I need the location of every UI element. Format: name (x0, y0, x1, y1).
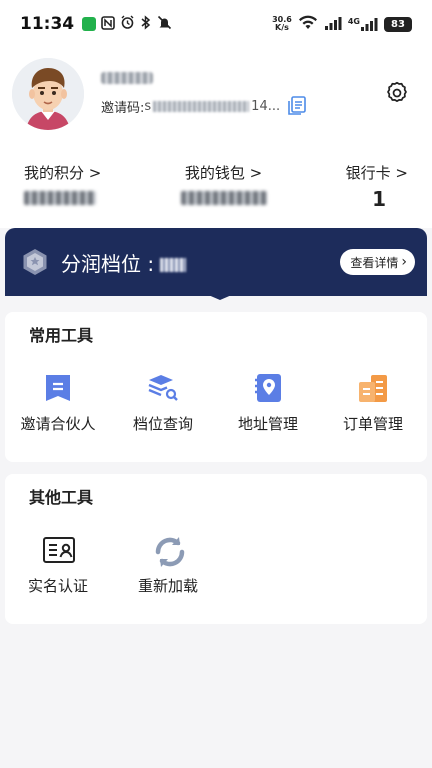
stat-wallet-label: 我的钱包 > (184, 164, 263, 182)
signal-4g-icon: 4G (348, 17, 378, 31)
tool-order-manage[interactable]: 订单管理 (323, 372, 423, 434)
tool-label: 订单管理 (342, 415, 403, 433)
network-type-label: 4G (347, 17, 360, 26)
other-tools-title: 其他工具 (29, 488, 94, 507)
status-left-icons (82, 14, 172, 34)
battery-indicator: 83 (384, 16, 412, 32)
invite-code-row: 邀请码: s 14... (101, 96, 306, 116)
tool-label: 实名认证 (27, 577, 88, 595)
tier-banner: 分润档位 : 查看详情 › (5, 228, 427, 296)
stat-wallet-value-blurred (180, 191, 267, 205)
tier-badge-icon (21, 248, 49, 276)
tool-address-manage[interactable]: 地址管理 (218, 372, 318, 434)
tool-tier-query[interactable]: 档位查询 (113, 372, 213, 434)
avatar[interactable] (12, 58, 84, 130)
common-tools-card: 常用工具 邀请合伙人 档位查询 地址管理 订单管理 (5, 312, 427, 462)
tool-label: 邀请合伙人 (20, 415, 96, 433)
network-speed: 30.6 K/s (272, 16, 292, 32)
other-tools-card: 其他工具 实名认证 重新加载 (5, 474, 427, 624)
order-manage-icon (357, 372, 389, 404)
bluetooth-icon (140, 14, 152, 34)
tool-real-name-verify[interactable]: 实名认证 (8, 534, 108, 596)
reload-icon (152, 534, 185, 567)
status-time: 11:34 (20, 14, 75, 34)
tier-title-text: 分润档位 : (61, 251, 155, 276)
stats-row: 我的积分 > 我的钱包 > 银行卡 > 1 (0, 162, 432, 211)
invite-partner-icon (42, 372, 74, 404)
wifi-icon (298, 15, 318, 34)
id-card-icon (42, 534, 75, 566)
view-details-label: 查看详情 (350, 255, 399, 270)
tool-label: 档位查询 (132, 415, 193, 433)
tier-title: 分润档位 : (61, 248, 187, 277)
tier-banner-pointer (206, 294, 234, 300)
address-manage-icon (252, 372, 284, 404)
chevron-right-icon: › (401, 254, 407, 270)
tool-reload[interactable]: 重新加载 (118, 534, 218, 596)
status-right-icons: 30.6 K/s 4G 83 (272, 15, 412, 34)
settings-gear-icon[interactable] (384, 80, 410, 106)
stat-bank-card[interactable]: 银行卡 > 1 (346, 162, 408, 211)
invite-code-start: s (144, 98, 152, 114)
stat-points[interactable]: 我的积分 > (24, 162, 101, 211)
tool-invite-partner[interactable]: 邀请合伙人 (8, 372, 108, 434)
status-bar: 11:34 30.6 K/s 4G 83 (0, 0, 432, 48)
stat-points-value-blurred (24, 191, 96, 205)
username-blurred (101, 72, 153, 84)
tool-label: 地址管理 (237, 415, 298, 433)
nfc-icon (101, 15, 115, 34)
stat-bank-card-value: 1 (372, 187, 386, 211)
alarm-icon (120, 15, 135, 34)
mute-icon (157, 15, 172, 34)
wechat-notification-icon (82, 17, 97, 31)
signal-icon (324, 15, 342, 34)
tier-query-icon (147, 372, 179, 404)
stat-points-label: 我的积分 > (24, 164, 102, 182)
invite-code-end: 14... (251, 98, 281, 114)
network-speed-unit: K/s (275, 23, 289, 32)
tier-level-blurred (160, 258, 187, 272)
stat-bank-card-label: 银行卡 > (345, 164, 408, 182)
invite-code-label: 邀请码: (101, 100, 145, 116)
common-tools-title: 常用工具 (29, 326, 94, 345)
view-details-button[interactable]: 查看详情 › (340, 249, 415, 275)
stat-wallet[interactable]: 我的钱包 > (180, 162, 267, 211)
profile-header: 邀请码: s 14... 我的积分 > 我的钱包 > 银行卡 > 1 (0, 48, 432, 228)
invite-code-blurred (153, 100, 250, 112)
tool-label: 重新加载 (137, 577, 198, 595)
copy-icon[interactable] (288, 96, 306, 116)
